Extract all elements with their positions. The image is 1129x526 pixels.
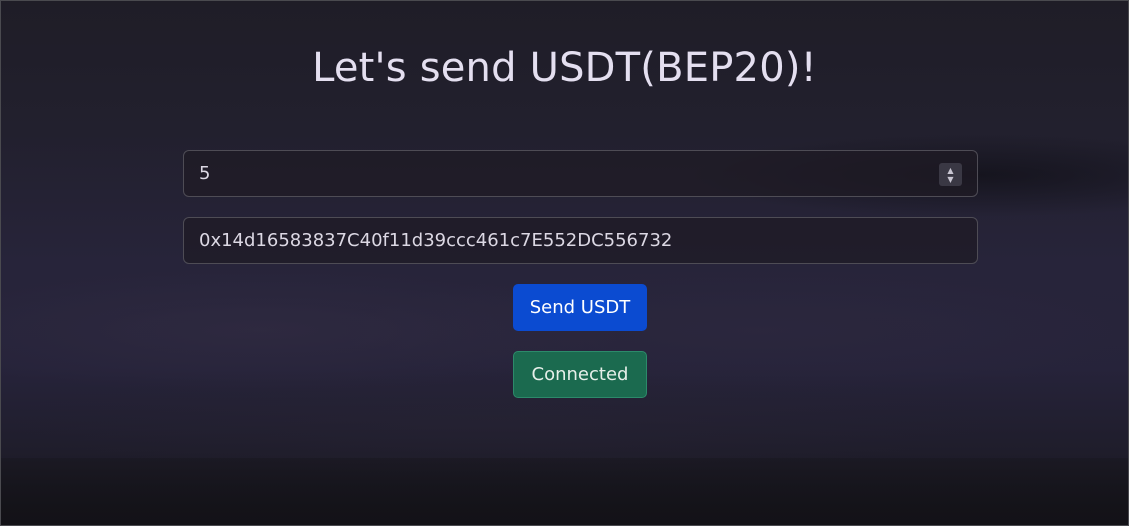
- amount-input[interactable]: [184, 151, 977, 196]
- send-usdt-button[interactable]: Send USDT: [513, 284, 647, 331]
- connected-status-button[interactable]: Connected: [513, 351, 647, 398]
- amount-field[interactable]: ▲ ▼: [183, 150, 978, 197]
- page-title: Let's send USDT(BEP20)!: [312, 45, 817, 91]
- recipient-address-input[interactable]: [184, 218, 977, 263]
- address-field[interactable]: [183, 217, 978, 264]
- chevron-down-icon[interactable]: ▼: [947, 175, 953, 184]
- background-bottom-band: [0, 458, 1129, 526]
- number-spinner[interactable]: ▲ ▼: [939, 163, 962, 186]
- chevron-up-icon[interactable]: ▲: [947, 166, 953, 175]
